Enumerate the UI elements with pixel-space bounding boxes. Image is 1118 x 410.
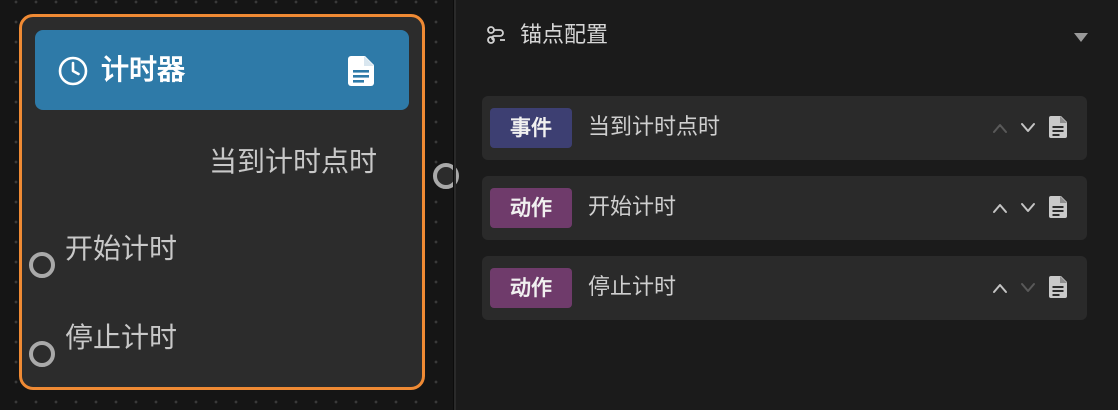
move-down-icon[interactable]: [1020, 202, 1036, 214]
anchor-name: 当到计时点时: [588, 115, 721, 140]
output-port-label: 当到计时点时: [208, 145, 377, 178]
anchor-name: 停止计时: [588, 275, 677, 300]
panel-header[interactable]: 锚点配置: [456, 0, 1118, 72]
node-header[interactable]: 计时器: [35, 30, 409, 110]
move-up-icon[interactable]: [992, 202, 1008, 214]
input-port-label: 开始计时: [65, 232, 178, 265]
input-port-handle[interactable]: [29, 341, 55, 367]
clock-icon: [58, 56, 88, 86]
input-port-handle[interactable]: [29, 252, 55, 278]
move-up-icon[interactable]: [992, 122, 1008, 134]
anchor-name: 开始计时: [588, 195, 677, 220]
anchor-row[interactable]: 动作 停止计时: [482, 256, 1087, 320]
move-down-icon[interactable]: [1020, 282, 1036, 294]
anchor-link-icon: [487, 26, 505, 44]
move-up-icon[interactable]: [992, 282, 1008, 294]
event-badge: 事件: [490, 108, 572, 148]
document-icon[interactable]: [1049, 276, 1067, 298]
document-icon[interactable]: [348, 56, 374, 86]
panel-title: 锚点配置: [520, 23, 609, 48]
anchor-row[interactable]: 动作 开始计时: [482, 176, 1087, 240]
input-port-label: 停止计时: [65, 321, 178, 354]
action-badge: 动作: [490, 268, 572, 308]
caret-down-icon[interactable]: [1073, 31, 1089, 43]
document-icon[interactable]: [1049, 196, 1067, 218]
timer-node[interactable]: 计时器 当到计时点时 开始计时 停止计时: [19, 14, 459, 390]
graph-canvas[interactable]: 计时器 当到计时点时 开始计时 停止计时: [0, 0, 459, 410]
anchor-row[interactable]: 事件 当到计时点时: [482, 96, 1087, 160]
node-title: 计时器: [101, 53, 186, 86]
document-icon[interactable]: [1049, 116, 1067, 138]
action-badge: 动作: [490, 188, 572, 228]
move-down-icon[interactable]: [1020, 122, 1036, 134]
